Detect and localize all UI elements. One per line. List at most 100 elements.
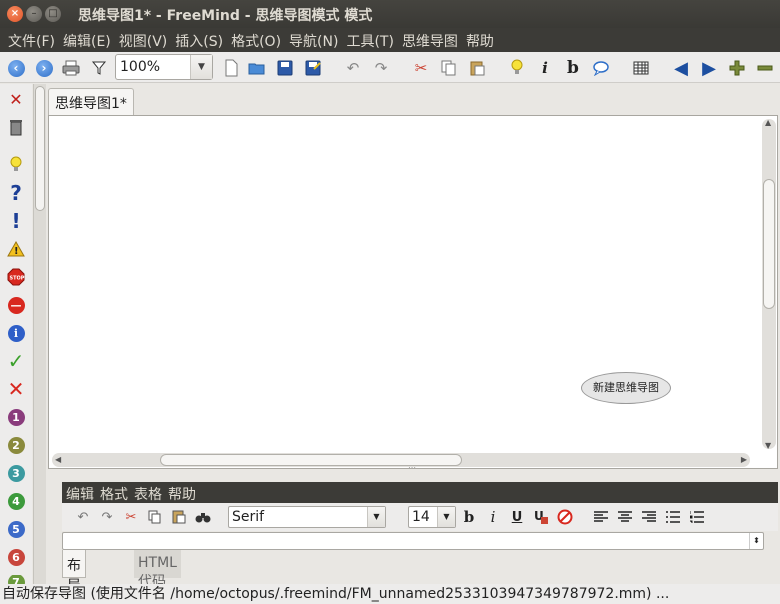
trash-icon[interactable] <box>6 117 26 137</box>
map-canvas[interactable]: 新建思维导图 <box>51 118 761 452</box>
scrollbar-thumb[interactable] <box>35 86 45 211</box>
undo-icon[interactable]: ↶ <box>342 57 364 79</box>
idea-icon[interactable] <box>6 155 26 175</box>
tab-layout-view[interactable]: 布局视图 <box>62 550 86 604</box>
title-bar: × – □ 思维导图1* - FreeMind - 思维导图模式 模式 <box>0 0 780 28</box>
root-node[interactable]: 新建思维导图 <box>581 372 671 404</box>
priority-2-icon[interactable]: 2 <box>6 435 26 455</box>
vertical-scrollbar[interactable]: ▲ ▼ <box>762 118 776 450</box>
question-icon[interactable]: ? <box>6 181 26 205</box>
tab-html-view[interactable]: HTML代码视图 <box>134 550 181 604</box>
editor-style-combo[interactable]: ⬍ <box>62 532 764 550</box>
remove-icon[interactable]: ✕ <box>6 89 26 109</box>
chevron-down-icon[interactable]: ▼ <box>190 55 212 79</box>
chevron-down-icon[interactable]: ▼ <box>437 507 455 527</box>
icon-palette-scrollbar[interactable] <box>33 84 46 584</box>
cut-icon[interactable]: ✂ <box>410 57 432 79</box>
menu-edit[interactable]: 编辑(E) <box>59 28 115 52</box>
horizontal-scrollbar[interactable]: ◀ ▶ <box>52 453 750 467</box>
text-color-icon[interactable]: U <box>532 508 550 526</box>
menu-help[interactable]: 帮助 <box>462 28 498 52</box>
plus-icon[interactable] <box>726 57 748 79</box>
menu-insert[interactable]: 插入(S) <box>171 28 227 52</box>
forward-icon[interactable]: › <box>33 57 55 79</box>
bold-icon[interactable]: b <box>562 57 584 79</box>
font-family-select[interactable]: Serif ▼ <box>228 506 386 528</box>
chevron-down-icon[interactable]: ▼ <box>367 507 385 527</box>
editor-menu-help[interactable]: 帮助 <box>166 482 200 503</box>
svg-text:!: ! <box>14 246 19 257</box>
zoom-select[interactable]: 100% ▼ <box>115 54 213 80</box>
menu-file[interactable]: 文件(F) <box>4 28 59 52</box>
back-icon[interactable]: ‹ <box>5 57 27 79</box>
scroll-up-icon[interactable]: ▲ <box>765 118 771 127</box>
editor-menu-format[interactable]: 格式 <box>98 482 132 503</box>
save-icon[interactable] <box>274 57 296 79</box>
open-icon[interactable] <box>246 57 268 79</box>
editor-menu-edit[interactable]: 编辑 <box>64 482 98 503</box>
copy-icon[interactable] <box>146 508 164 526</box>
vertical-scroll-thumb[interactable] <box>763 179 775 309</box>
font-size-select[interactable]: 14 ▼ <box>408 506 456 528</box>
chevron-updown-icon[interactable]: ⬍ <box>749 533 763 549</box>
italic-icon[interactable]: i <box>534 57 556 79</box>
save-as-icon[interactable] <box>302 57 324 79</box>
close-window-button[interactable]: × <box>7 6 23 22</box>
undo-icon[interactable]: ↶ <box>74 508 92 526</box>
menu-view[interactable]: 视图(V) <box>115 28 172 52</box>
align-left-icon[interactable] <box>592 508 610 526</box>
copy-icon[interactable] <box>438 57 460 79</box>
menu-navigate[interactable]: 导航(N) <box>285 28 342 52</box>
tab-mindmap-1[interactable]: 思维导图1* <box>48 88 134 116</box>
redo-icon[interactable]: ↷ <box>370 57 392 79</box>
map-tabs: 思维导图1* <box>48 86 778 116</box>
priority-3-icon[interactable]: 3 <box>6 463 26 483</box>
paste-icon[interactable] <box>170 508 188 526</box>
split-handle[interactable]: ⋯ <box>408 463 416 472</box>
minus-icon[interactable] <box>754 57 776 79</box>
grid-icon[interactable] <box>630 57 652 79</box>
priority-4-icon[interactable]: 4 <box>6 491 26 511</box>
scroll-left-icon[interactable]: ◀ <box>55 455 61 464</box>
print-icon[interactable] <box>60 57 82 79</box>
warning-icon[interactable]: ! <box>6 239 26 259</box>
align-right-icon[interactable] <box>640 508 658 526</box>
note-icon[interactable] <box>590 57 612 79</box>
stop-icon[interactable]: STOP <box>6 267 26 287</box>
scroll-right-icon[interactable]: ▶ <box>741 455 747 464</box>
cross-icon[interactable]: ✕ <box>6 377 26 401</box>
check-icon[interactable]: ✓ <box>6 349 26 373</box>
priority-5-icon[interactable]: 5 <box>6 519 26 539</box>
menu-tools[interactable]: 工具(T) <box>342 28 397 52</box>
numbered-list-icon[interactable] <box>688 508 706 526</box>
menu-mindmap[interactable]: 思维导图 <box>398 28 462 52</box>
scroll-down-icon[interactable]: ▼ <box>765 441 771 450</box>
status-bar: 自动保存导图 (使用文件名 /home/octopus/.freemind/FM… <box>0 584 780 604</box>
priority-6-icon[interactable]: 6 <box>6 547 26 567</box>
editor-menu-table[interactable]: 表格 <box>132 482 166 503</box>
minimize-window-button[interactable]: – <box>26 6 42 22</box>
redo-icon[interactable]: ↷ <box>98 508 116 526</box>
no-entry-icon[interactable]: — <box>6 295 26 315</box>
info-icon[interactable]: i <box>6 323 26 343</box>
filter-icon[interactable] <box>88 57 110 79</box>
arrow-left-icon[interactable]: ◀ <box>670 57 692 79</box>
idea-icon[interactable] <box>506 57 528 79</box>
bullet-list-icon[interactable] <box>664 508 682 526</box>
exclamation-icon[interactable]: ! <box>6 209 26 233</box>
paste-icon[interactable] <box>466 57 488 79</box>
menu-format[interactable]: 格式(O) <box>227 28 285 52</box>
clear-format-icon[interactable] <box>556 508 574 526</box>
bold-button[interactable]: b <box>460 508 478 526</box>
cut-icon[interactable]: ✂ <box>122 508 140 526</box>
horizontal-scroll-thumb[interactable] <box>160 454 462 466</box>
arrow-right-icon[interactable]: ▶ <box>698 57 720 79</box>
font-size-value: 14 <box>412 509 430 525</box>
underline-button[interactable]: U <box>508 508 526 526</box>
new-icon[interactable] <box>220 57 242 79</box>
find-icon[interactable] <box>194 508 212 526</box>
maximize-window-button[interactable]: □ <box>45 6 61 22</box>
priority-1-icon[interactable]: 1 <box>6 407 26 427</box>
italic-button[interactable]: i <box>484 508 502 526</box>
align-center-icon[interactable] <box>616 508 634 526</box>
